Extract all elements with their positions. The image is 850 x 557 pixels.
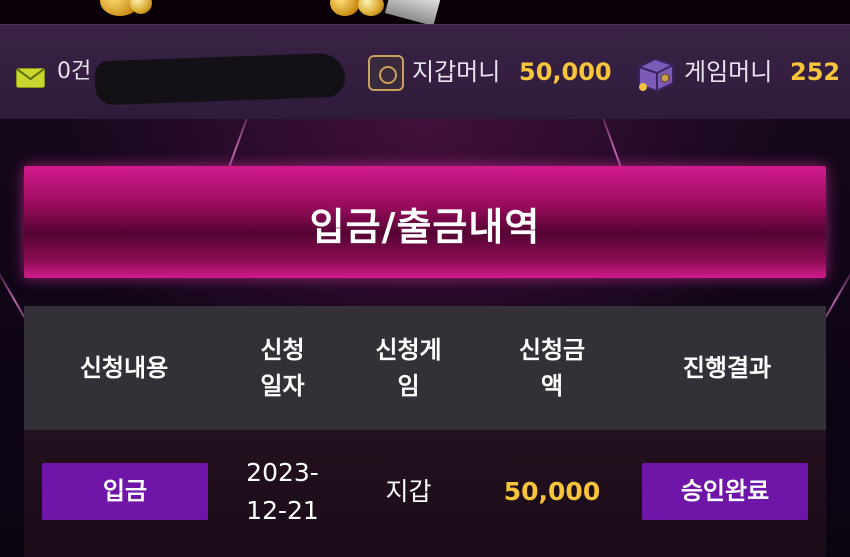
chest-decor — [384, 0, 442, 26]
gold-coin-decor — [358, 0, 384, 16]
request-amount: 50,000 — [503, 477, 601, 506]
column-header-request-date: 신청 일자 — [260, 336, 305, 400]
page-title: 입금/출금내역 — [309, 205, 541, 249]
mail-count[interactable]: 0건 — [57, 55, 91, 89]
mail-icon[interactable] — [16, 68, 45, 88]
wallet-money-label: 지갑머니 — [412, 58, 501, 86]
column-header-request-type: 신청내용 — [79, 354, 169, 382]
treasure-chest-icon — [638, 57, 674, 93]
deposit-type-button[interactable]: 입금 — [42, 463, 208, 520]
game-money-label: 게임머니 — [684, 58, 773, 86]
request-game: 지갑 — [385, 477, 432, 506]
transaction-table: 신청내용 신청 일자 신청게 임 신청금 액 진행결과 입금 2023- 12-… — [24, 306, 826, 557]
request-date: 2023- 12-21 — [246, 458, 319, 525]
game-money-value: 252 — [790, 58, 841, 86]
column-header-status: 진행결과 — [682, 354, 772, 382]
account-info-bar: 0건 지갑머니 50,000 게임머니 252 — [0, 24, 850, 119]
column-header-request-amount: 신청금 액 — [518, 336, 586, 400]
column-header-request-game: 신청게 임 — [375, 336, 442, 400]
table-header: 신청내용 신청 일자 신청게 임 신청금 액 진행결과 — [24, 306, 826, 430]
wallet-money-value: 50,000 — [519, 58, 612, 86]
status-approved-button[interactable]: 승인완료 — [642, 463, 808, 520]
redacted-username — [94, 52, 346, 106]
top-decor-strip — [0, 0, 850, 26]
gold-coin-decor — [330, 0, 360, 16]
page-title-banner: 입금/출금내역 — [24, 166, 826, 278]
safe-icon — [368, 55, 404, 91]
table-row: 입금 2023- 12-21 지갑 50,000 승인완료 — [24, 430, 826, 557]
